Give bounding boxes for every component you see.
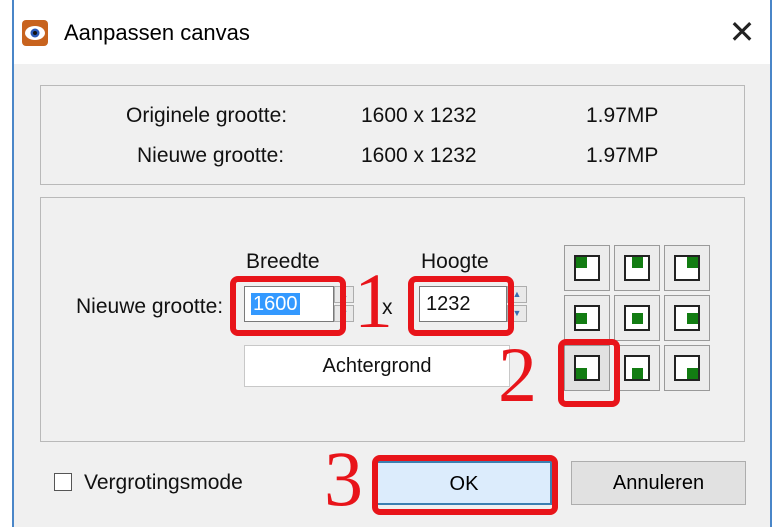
- anchor-top-left[interactable]: [564, 245, 610, 291]
- new-size-label: Nieuwe grootte:: [137, 144, 285, 167]
- anchor-top-center[interactable]: [614, 245, 660, 291]
- width-label: Breedte: [246, 250, 320, 273]
- anchor-bottom-center[interactable]: [614, 345, 660, 391]
- original-size-value: 1600 x 1232: [361, 104, 477, 127]
- anchor-middle-right-icon: [674, 305, 700, 331]
- original-size-mp: 1.97MP: [586, 104, 659, 127]
- close-icon[interactable]: ✕: [722, 12, 762, 52]
- new-size-field-label: Nieuwe grootte:: [76, 295, 224, 318]
- title-bar: Aanpassen canvas ✕: [14, 0, 770, 64]
- dialog-window: Aanpassen canvas ✕ Originele grootte: 16…: [12, 0, 772, 527]
- annotation-number-1: 1: [354, 257, 393, 344]
- new-size-mp: 1.97MP: [586, 144, 659, 167]
- annotation-box-anchor: [558, 339, 620, 407]
- anchor-middle-left[interactable]: [564, 295, 610, 341]
- annotation-box-height: [408, 276, 514, 336]
- window-title: Aanpassen canvas: [64, 20, 250, 45]
- height-label: Hoogte: [421, 250, 489, 273]
- cancel-button[interactable]: Annuleren: [571, 461, 746, 505]
- anchor-bottom-right-icon: [674, 355, 700, 381]
- size-info-group: Originele grootte: 1600 x 1232 1.97MP Ni…: [40, 85, 745, 185]
- anchor-top-left-icon: [574, 255, 600, 281]
- background-button[interactable]: Achtergrond: [244, 345, 510, 387]
- anchor-middle-right[interactable]: [664, 295, 710, 341]
- annotation-box-ok: [372, 455, 558, 515]
- original-size-label: Originele grootte:: [126, 104, 288, 127]
- annotation-box-width: [230, 276, 346, 336]
- new-size-value: 1600 x 1232: [361, 144, 477, 167]
- anchor-center[interactable]: [614, 295, 660, 341]
- anchor-bottom-center-icon: [624, 355, 650, 381]
- app-eye-icon: [22, 20, 48, 46]
- anchor-top-right-icon: [674, 255, 700, 281]
- annotation-number-2: 2: [498, 331, 537, 418]
- enlarge-mode-checkbox[interactable]: [54, 473, 72, 491]
- annotation-number-3: 3: [324, 435, 363, 522]
- anchor-middle-left-icon: [574, 305, 600, 331]
- anchor-bottom-right[interactable]: [664, 345, 710, 391]
- anchor-top-right[interactable]: [664, 245, 710, 291]
- enlarge-mode-label: Vergrotingsmode: [84, 471, 243, 494]
- anchor-center-icon: [624, 305, 650, 331]
- anchor-top-center-icon: [624, 255, 650, 281]
